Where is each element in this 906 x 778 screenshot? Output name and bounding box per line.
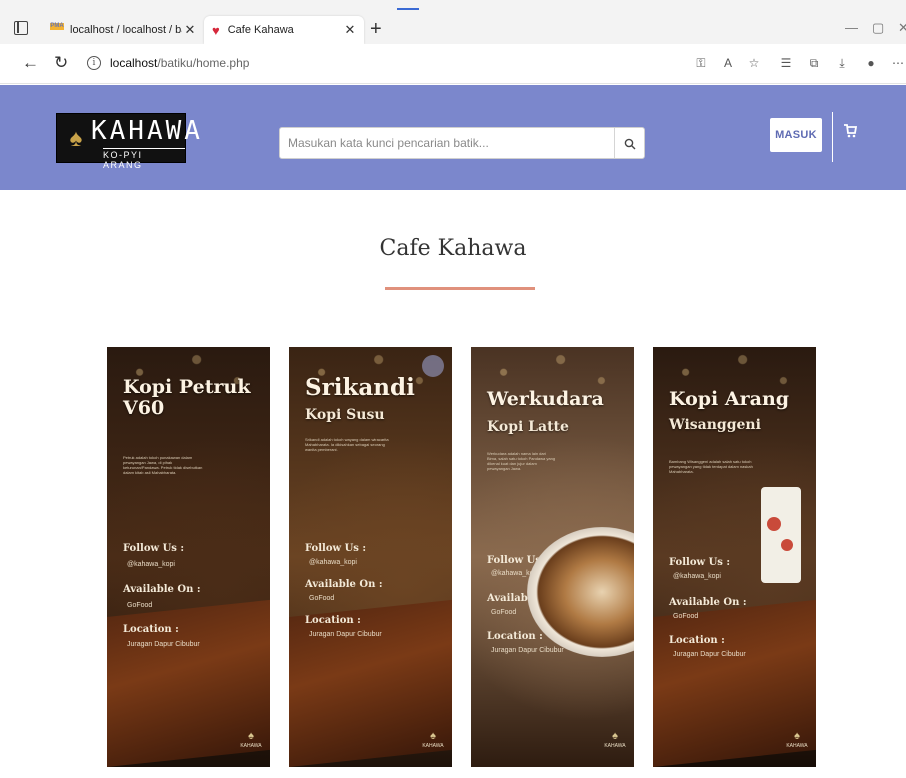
new-tab-button[interactable]: + [370,19,382,39]
download-icon[interactable]: ⤓ [834,55,850,71]
enamel-mug-image [761,487,801,583]
login-button[interactable]: MASUK [770,118,822,152]
collections-icon[interactable]: ⧉ [806,55,822,71]
coffee-emblem-icon: ♠ [69,125,83,152]
minimize-icon[interactable]: — [845,20,858,35]
delivery-service: GoFood [491,609,517,616]
available-label: Available On : [669,597,747,608]
read-aloud-icon[interactable]: A [720,55,736,71]
instagram-handle: @kahawa_kopi [309,559,357,566]
tab-actions-icon[interactable] [14,21,28,35]
favorite-icon[interactable]: ☆ [746,55,762,71]
follow-label: Follow Us : [305,543,367,554]
card-subtitle: Wisanggeni [669,417,761,433]
location-label: Location : [487,631,543,642]
key-icon[interactable]: ⚿ [693,55,709,71]
search-icon [624,138,635,150]
card-title: Kopi Arang [669,388,790,410]
kahawa-logo[interactable]: ♠ KAHAWA KO-PYI ARANG [56,113,200,170]
card-description: Werkudara adalah nama lain dari Bima, sa… [487,451,556,471]
kahawa-watermark: ♠ KAHAWA [240,730,262,749]
restore-icon[interactable]: ▢ [872,20,884,36]
menu-card-kopi-arang[interactable]: Kopi Arang Wisanggeni Bambang Wisanggeni… [653,347,816,767]
menu-card-kopi-petruk[interactable]: Kopi Petruk V60 Petruk adalah tokoh puna… [107,347,270,767]
cart-icon[interactable] [843,123,858,142]
site-header: ♠ KAHAWA KO-PYI ARANG MASUK [0,85,906,190]
kahawa-watermark: ♠ KAHAWA [786,730,808,749]
delivery-service: GoFood [127,602,153,609]
menu-card-werkudara[interactable]: Werkudara Kopi Latte Werkudara adalah na… [471,347,634,767]
card-description: Bambang Wisanggeni adalah salah satu tok… [669,459,753,474]
follow-label: Follow Us : [123,543,185,554]
browser-tab-phpmyadmin[interactable]: PMA localhost / localhost / batiku / tɑ … [44,16,204,44]
phpmyadmin-icon: PMA [50,23,64,37]
browser-tab-bar: PMA localhost / localhost / batiku / tɑ … [0,0,906,44]
url-path: /batiku/home.php [157,56,250,70]
header-divider [832,112,833,162]
menu-card-srikandi[interactable]: Srikandi Kopi Susu Srikandi adalah tokoh… [289,347,452,767]
logo-wordmark: KAHAWA [91,116,203,146]
card-subtitle: Kopi Latte [487,419,569,435]
kahawa-watermark: ♠ KAHAWA [604,730,626,749]
tab-title: localhost / localhost / batiku / tɑ [70,24,182,36]
search-box [279,127,645,159]
location-label: Location : [669,635,725,646]
instagram-handle: @kahawa_kopi [127,561,175,568]
more-menu-icon[interactable]: ⋯ [890,55,906,71]
location-value: Juragan Dapur Cibubur [491,647,564,654]
close-tab-icon[interactable]: ✕ [342,22,358,38]
search-button[interactable] [614,128,644,158]
location-label: Location : [305,615,361,626]
image-zoom-icon[interactable] [422,355,444,377]
available-label: Available On : [123,584,201,595]
browser-tab-cafe-kahawa[interactable]: ♥ Cafe Kahawa ✕ [204,16,364,44]
card-title: Werkudara [487,388,604,410]
kahawa-watermark: ♠ KAHAWA [422,730,444,749]
close-tab-icon[interactable]: ✕ [182,22,198,38]
location-value: Juragan Dapur Cibubur [127,641,200,648]
profile-avatar-icon[interactable]: ● [863,55,879,71]
location-value: Juragan Dapur Cibubur [673,651,746,658]
card-subtitle: Kopi Susu [305,407,385,423]
search-input[interactable] [280,128,614,158]
url-host: localhost [110,56,158,70]
site-info-icon[interactable]: i [87,56,101,70]
title-underline [385,287,535,290]
card-description: Srikandi adalah tokoh wayang dalam wirac… [305,437,389,452]
delivery-service: GoFood [309,595,335,602]
tab-title: Cafe Kahawa [227,24,294,36]
card-description: Petruk adalah tokoh punakawan dalam pewa… [123,455,203,475]
address-bar: ← ↻ i localhost/batiku/home.php ⚿ A ☆ ☰ … [0,44,906,84]
url-field[interactable]: localhost/batiku/home.php [110,56,249,70]
location-label: Location : [123,624,179,635]
card-title: Kopi Petruk V60 [123,376,251,419]
follow-label: Follow Us : [669,557,731,568]
latte-cup-image [527,527,634,657]
loading-indicator [397,8,419,10]
location-value: Juragan Dapur Cibubur [309,631,382,638]
logo-tagline: KO-PYI ARANG [103,148,185,170]
refresh-icon[interactable]: ↻ [54,54,68,72]
page-title: Cafe Kahawa [379,236,527,261]
card-title: Srikandi [305,374,415,401]
back-arrow-icon[interactable]: ← [22,54,39,72]
favorites-list-icon[interactable]: ☰ [778,55,794,71]
heart-icon: ♥ [212,22,220,38]
instagram-handle: @kahawa_kopi [673,573,721,580]
close-window-icon[interactable]: ✕ [898,20,906,36]
available-label: Available On : [305,579,383,590]
delivery-service: GoFood [673,613,699,620]
